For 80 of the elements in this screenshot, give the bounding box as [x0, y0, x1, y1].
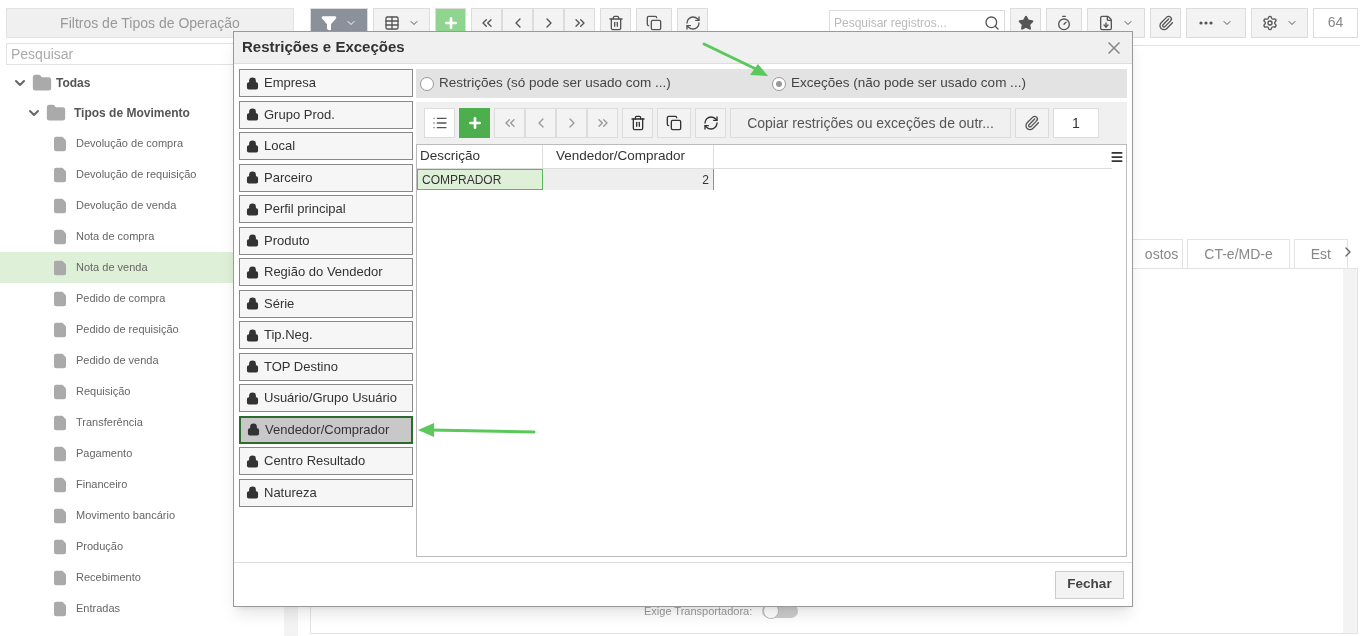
lock-icon	[246, 297, 259, 310]
scrollbar[interactable]	[1343, 269, 1357, 633]
category-button[interactable]: Grupo Prod.	[239, 100, 413, 129]
lock-icon	[246, 265, 259, 279]
sidebar-title: Filtros de Tipos de Operação	[6, 8, 294, 38]
paperclip-icon	[1024, 115, 1040, 131]
lock-icon	[246, 360, 259, 373]
refresh-icon	[684, 14, 701, 31]
category-button[interactable]: Perfil principal	[239, 195, 413, 223]
tree-item[interactable]: Todas	[56, 74, 91, 92]
copy-button[interactable]	[657, 108, 691, 138]
radio-button[interactable]	[420, 76, 434, 91]
tree-item[interactable]: Tipos de Movimento	[74, 103, 190, 122]
menu-icon[interactable]	[1110, 150, 1124, 164]
category-button[interactable]: TOP Destino	[239, 352, 413, 381]
refresh-icon	[702, 115, 719, 131]
lock-icon	[246, 328, 259, 342]
category-button[interactable]: Natureza	[239, 478, 413, 507]
category-button[interactable]: Centro Resultado	[239, 447, 413, 475]
search-icon	[984, 14, 1000, 31]
tree-item[interactable]: Entradas	[0, 593, 300, 624]
trash-icon	[629, 115, 646, 131]
more-icon	[1199, 20, 1213, 25]
list-button[interactable]	[424, 108, 455, 138]
lock-icon	[246, 391, 259, 405]
category-button[interactable]: Produto	[239, 226, 413, 255]
add-button[interactable]	[459, 108, 490, 138]
plus-icon	[466, 115, 483, 131]
table-icon	[383, 14, 400, 31]
delete-button[interactable]	[622, 108, 653, 138]
list-icon	[431, 115, 448, 131]
radio-option[interactable]: Restrições (só pode ser usado com ...)	[420, 73, 772, 94]
close-button[interactable]: Fechar	[1055, 570, 1124, 599]
file-icon	[1098, 14, 1114, 31]
column-header[interactable]: Vendedor/Comprador	[543, 145, 714, 168]
attachment-button[interactable]	[1150, 7, 1181, 38]
lock-icon	[246, 234, 259, 247]
category-button[interactable]: Local	[239, 132, 413, 160]
star-icon	[1017, 14, 1034, 31]
table-cell: 2	[543, 169, 714, 190]
lock-icon	[246, 486, 259, 499]
settings-button[interactable]	[1251, 7, 1308, 38]
category-button[interactable]: Vendedor/Comprador	[239, 415, 413, 444]
radio-option[interactable]: Exceções (não pode ser usado com ...)	[772, 73, 1026, 94]
paperclip-icon	[1157, 14, 1174, 31]
radio-button[interactable]	[772, 76, 786, 91]
attachment-button[interactable]	[1015, 108, 1049, 138]
lock-icon	[246, 76, 259, 90]
record-counter: 64	[1313, 7, 1358, 38]
tab[interactable]: Est	[1293, 239, 1348, 268]
tree-item[interactable]: Recebimento	[0, 562, 300, 593]
category-button[interactable]: Empresa	[239, 69, 413, 97]
field-label: Exige Transportadora:	[644, 603, 753, 619]
table-cell: COMPRADOR	[417, 169, 543, 190]
category-button[interactable]: Tip.Neg.	[239, 321, 413, 349]
folder-icon	[46, 102, 66, 123]
lock-icon	[246, 454, 259, 468]
lock-icon	[247, 423, 260, 436]
refresh-button[interactable]	[695, 108, 726, 138]
more-button[interactable]	[1186, 7, 1246, 38]
folder-icon	[32, 73, 52, 93]
category-button[interactable]: Série	[239, 289, 413, 318]
lock-icon	[246, 171, 259, 184]
lock-icon	[246, 139, 259, 153]
copy-rules-button[interactable]: Copiar restrições ou exceções de outr...	[730, 108, 1011, 138]
stopwatch-icon	[1056, 14, 1072, 31]
trash-icon	[607, 14, 624, 31]
tab[interactable]: CT-e/MD-e	[1187, 239, 1290, 268]
lock-icon	[246, 202, 259, 216]
copy-icon	[666, 115, 682, 131]
lock-icon	[246, 108, 259, 121]
tree-item[interactable]: Produção	[0, 531, 300, 562]
settings-icon	[1261, 14, 1278, 31]
category-button[interactable]: Região do Vendedor	[239, 258, 413, 286]
copy-icon	[646, 14, 662, 31]
record-counter: 1	[1053, 108, 1099, 138]
category-button[interactable]: Usuário/Grupo Usuário	[239, 384, 413, 412]
category-button[interactable]: Parceiro	[239, 163, 413, 192]
plus-icon	[442, 14, 459, 31]
column-header[interactable]: Descrição	[417, 145, 543, 168]
